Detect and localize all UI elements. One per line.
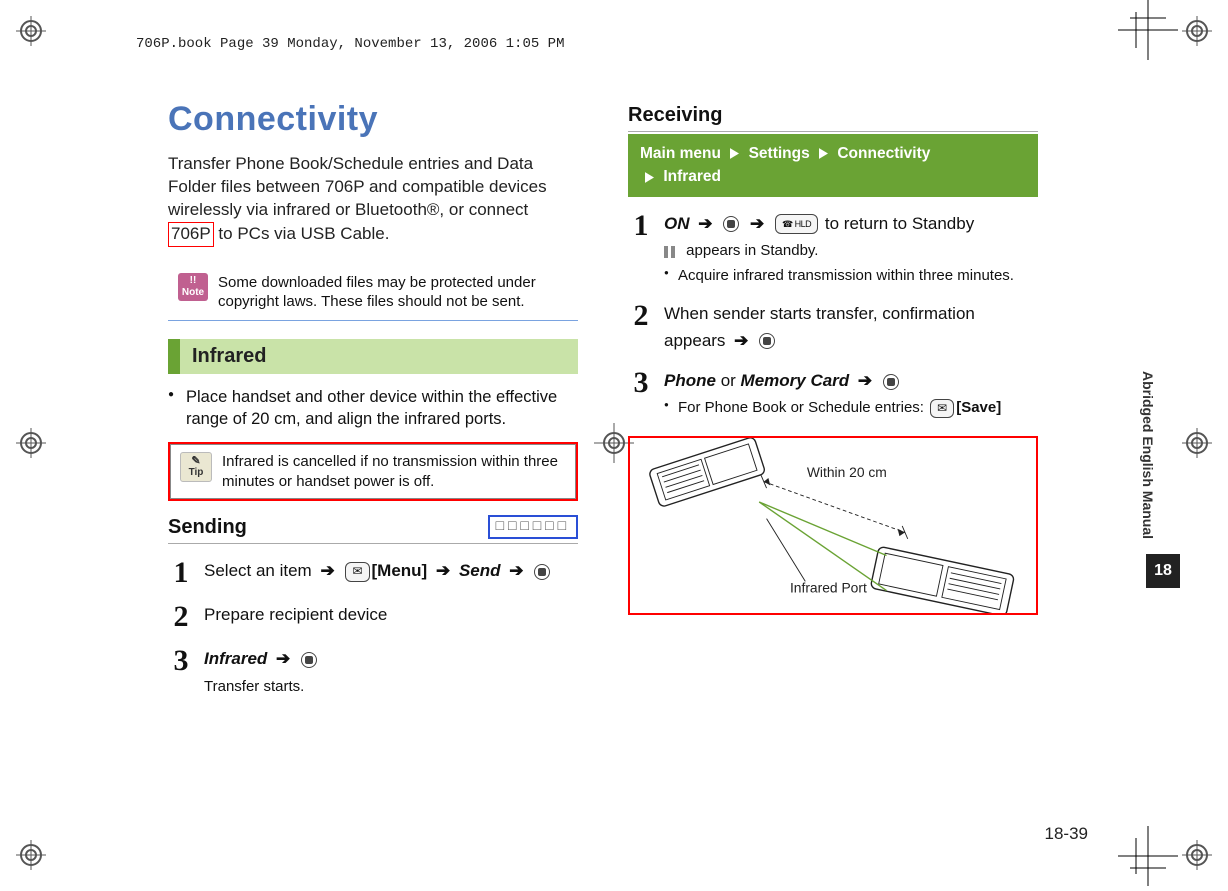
receiving-heading: Receiving xyxy=(628,104,1038,132)
receiving-step-1: 1 ON ➔ ➔ to return to Standby appears in… xyxy=(628,211,1038,288)
step-number: 1 xyxy=(628,211,654,241)
reg-mark-icon xyxy=(16,428,46,458)
arrow-icon: ➔ xyxy=(436,558,450,584)
step-text: Prepare recipient device xyxy=(204,602,578,628)
tip-icon: Tip xyxy=(180,452,212,482)
reg-mark-icon xyxy=(1182,428,1212,458)
arrow-icon: ➔ xyxy=(750,211,764,237)
infrared-label: Infrared xyxy=(204,649,267,668)
mail-key-icon xyxy=(930,399,954,419)
phone-label: Phone xyxy=(664,371,716,390)
menu-segment: Connectivity xyxy=(837,145,930,162)
chevron-right-icon xyxy=(730,142,739,165)
center-key-icon xyxy=(883,374,899,390)
page-number: 18-39 xyxy=(1045,824,1088,844)
page-stamp: 706P.book Page 39 Monday, November 13, 2… xyxy=(136,36,564,52)
step-text: When sender starts transfer, confirmatio… xyxy=(664,304,975,349)
port-label: Infrared Port xyxy=(790,579,867,595)
reg-mark-icon xyxy=(16,840,46,870)
model-highlight: 706P xyxy=(168,222,214,247)
tip-text: Infrared is cancelled if no transmission… xyxy=(222,452,566,491)
receiving-step-3: 3 Phone or Memory Card ➔ For Phone Book … xyxy=(628,368,1038,420)
menu-label: [Menu] xyxy=(372,561,428,580)
infrared-range-bullet: Place handset and other device within th… xyxy=(168,386,578,431)
note-text: Some downloaded files may be protected u… xyxy=(218,273,568,312)
chevron-right-icon xyxy=(645,165,654,188)
chapter-tab: 18 xyxy=(1146,554,1180,588)
infrared-indicator-icon xyxy=(664,246,678,258)
on-label: ON xyxy=(664,214,690,233)
center-key-icon xyxy=(534,564,550,580)
menu-segment: Infrared xyxy=(663,168,721,185)
side-tab: Abridged English Manual 18 xyxy=(1140,340,1180,660)
note-box: Note Some downloaded files may be protec… xyxy=(168,265,578,321)
center-key-icon xyxy=(759,333,775,349)
step-text: Select an item xyxy=(204,561,312,580)
step-number: 2 xyxy=(628,301,654,331)
reg-mark-icon xyxy=(1182,16,1212,46)
sending-step-1: 1 Select an item ➔ [Menu] ➔ Send ➔ xyxy=(168,558,578,588)
section-infrared: Infrared xyxy=(168,339,578,374)
intro-text: Transfer Phone Book/Schedule entries and… xyxy=(168,153,578,247)
sending-step-3: 3 Infrared ➔ Transfer starts. xyxy=(168,646,578,698)
intro-suffix: to PCs via USB Cable. xyxy=(214,224,390,243)
sending-step-2: 2 Prepare recipient device xyxy=(168,602,578,632)
center-key-icon xyxy=(301,652,317,668)
reg-mark-icon xyxy=(16,16,46,46)
arrow-icon: ➔ xyxy=(858,368,872,394)
crop-mark-icon xyxy=(1118,826,1178,886)
intro-prefix: Transfer Phone Book/Schedule entries and… xyxy=(168,154,547,219)
mail-key-icon xyxy=(345,562,369,582)
arrow-icon: ➔ xyxy=(276,646,290,672)
within-label: Within 20 cm xyxy=(807,464,887,480)
step-subtext: For Phone Book or Schedule entries: xyxy=(678,399,928,416)
step-subtext: appears in Standby. xyxy=(682,242,818,259)
reg-mark-icon xyxy=(1182,840,1212,870)
placeholder-tag: □□□□□□ xyxy=(488,515,578,539)
center-key-icon xyxy=(723,216,739,232)
menu-segment: Main menu xyxy=(640,145,721,162)
arrow-icon: ➔ xyxy=(698,211,712,237)
step-number: 2 xyxy=(168,602,194,632)
side-label: Abridged English Manual xyxy=(1140,340,1156,570)
step-number: 3 xyxy=(628,368,654,398)
arrow-icon: ➔ xyxy=(320,558,334,584)
step-number: 3 xyxy=(168,646,194,676)
sending-heading: Sending xyxy=(168,516,247,539)
chevron-right-icon xyxy=(819,142,828,165)
step-subtext: Transfer starts. xyxy=(204,675,578,698)
or-text: or xyxy=(721,371,741,390)
step-text: to return to Standby xyxy=(825,214,974,233)
arrow-icon: ➔ xyxy=(509,558,523,584)
menu-path: Main menu Settings Connectivity Infrared xyxy=(628,134,1038,197)
send-label: Send xyxy=(459,561,501,580)
crop-mark-icon xyxy=(1118,0,1178,60)
step-subbullet: Acquire infrared transmission within thr… xyxy=(664,264,1038,287)
menu-segment: Settings xyxy=(749,145,810,162)
hold-key-icon xyxy=(775,214,818,234)
tip-box: Tip Infrared is cancelled if no transmis… xyxy=(168,442,578,501)
step-number: 1 xyxy=(168,558,194,588)
arrow-icon: ➔ xyxy=(734,328,748,354)
memory-card-label: Memory Card xyxy=(741,371,850,390)
infrared-diagram: Within 20 cm Infrared Port xyxy=(628,436,1038,615)
save-label: [Save] xyxy=(956,399,1001,416)
receiving-step-2: 2 When sender starts transfer, confirmat… xyxy=(628,301,1038,354)
note-icon: Note xyxy=(178,273,208,301)
page-title: Connectivity xyxy=(168,100,578,139)
